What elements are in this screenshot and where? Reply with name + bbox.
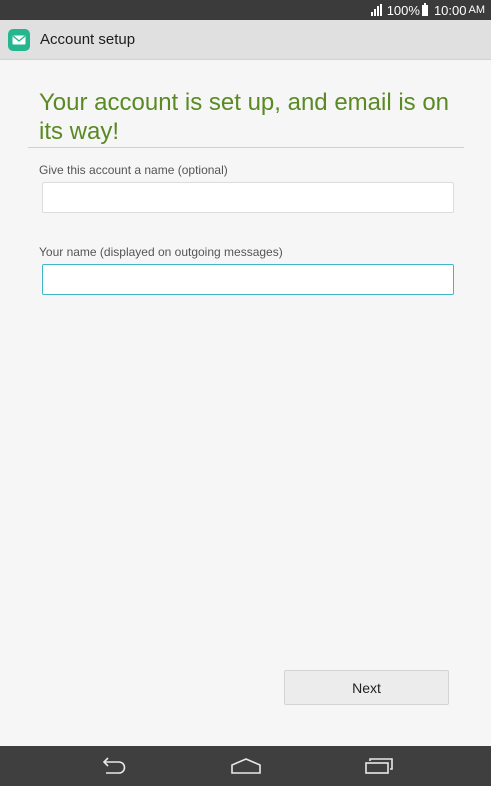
your-name-input[interactable]: [42, 264, 454, 295]
action-bar-title: Account setup: [40, 31, 136, 48]
envelope-icon: [12, 34, 26, 44]
recent-apps-button[interactable]: [359, 754, 399, 778]
back-icon: [102, 757, 126, 774]
action-bar: Account setup: [0, 20, 491, 60]
account-name-label: Give this account a name (optional): [39, 163, 228, 177]
back-button[interactable]: [93, 754, 133, 778]
recent-apps-icon: [365, 758, 393, 774]
next-button[interactable]: Next: [284, 670, 449, 705]
battery-icon: [421, 2, 428, 16]
headline-divider: [28, 147, 464, 148]
account-name-input[interactable]: [42, 182, 454, 213]
clock-time: 10:00: [433, 2, 467, 18]
clock-ampm: AM: [468, 4, 486, 16]
home-button[interactable]: [226, 754, 266, 778]
signal-icon: [370, 4, 382, 16]
status-bar: 100% 10:00 AM: [0, 0, 491, 20]
home-icon: [231, 758, 261, 774]
your-name-label: Your name (displayed on outgoing message…: [39, 245, 283, 259]
navigation-bar: [0, 746, 491, 786]
email-app-icon[interactable]: [8, 28, 30, 51]
setup-complete-headline: Your account is set up, and email is on …: [39, 89, 450, 145]
battery-percentage: 100%: [386, 2, 420, 18]
